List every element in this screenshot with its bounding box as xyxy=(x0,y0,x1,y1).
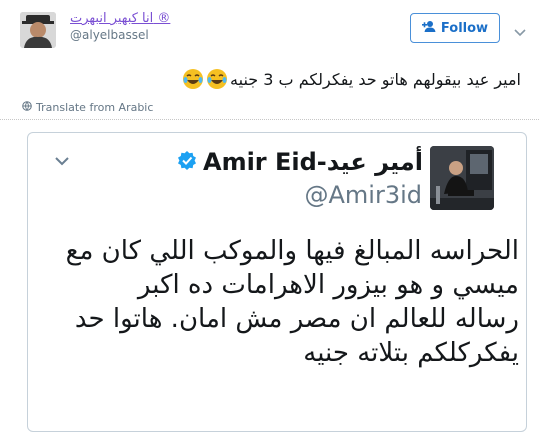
user-handle[interactable]: @alyelbassel xyxy=(70,28,170,42)
quoted-name-text: Amir Eid-أمير عيد xyxy=(203,148,423,176)
chevron-down-icon[interactable] xyxy=(514,22,526,41)
follow-button[interactable]: Follow xyxy=(410,13,500,43)
quoted-display-name[interactable]: Amir Eid-أمير عيد xyxy=(177,148,423,176)
quoted-text-line: الحراسه المبالغ فيها والموكب اللي كان مع xyxy=(65,236,519,266)
user-info: انا كبهير انبهرت ® @alyelbassel xyxy=(70,11,170,42)
laughing-emoji-icon xyxy=(206,68,228,90)
tweet-text: امير عيد بيقولهم هاتو حد يفكرلكم ب 3 جني… xyxy=(182,68,521,90)
follow-label: Follow xyxy=(440,20,489,36)
chevron-down-icon[interactable] xyxy=(55,151,69,170)
globe-icon xyxy=(22,101,32,114)
quoted-user-avatar[interactable] xyxy=(430,146,494,210)
display-name[interactable]: انا كبهير انبهرت ® xyxy=(70,11,170,26)
laughing-emoji-icon xyxy=(182,68,204,90)
quoted-text-line: رساله للعالم ان مصر مش امان. هاتوا حد xyxy=(74,304,519,334)
verified-badge-icon xyxy=(177,148,197,176)
quoted-user-handle[interactable]: @Amir3id xyxy=(304,181,422,209)
quoted-text-line: ميسي و هو بيزور الاهرامات ده اكبر xyxy=(137,270,519,300)
translate-label: Translate from Arabic xyxy=(36,101,154,114)
quoted-tweet-text: الحراسه المبالغ فيها والموكب اللي كان مع… xyxy=(39,234,519,370)
translate-link[interactable]: Translate from Arabic xyxy=(22,101,153,114)
divider xyxy=(0,119,539,120)
tweet-text-content: امير عيد بيقولهم هاتو حد يفكرلكم ب 3 جني… xyxy=(230,69,521,89)
user-avatar[interactable] xyxy=(20,12,56,48)
add-user-icon xyxy=(421,20,436,36)
quoted-text-line: يفكركلكم بتلاته جنيه xyxy=(303,338,519,368)
